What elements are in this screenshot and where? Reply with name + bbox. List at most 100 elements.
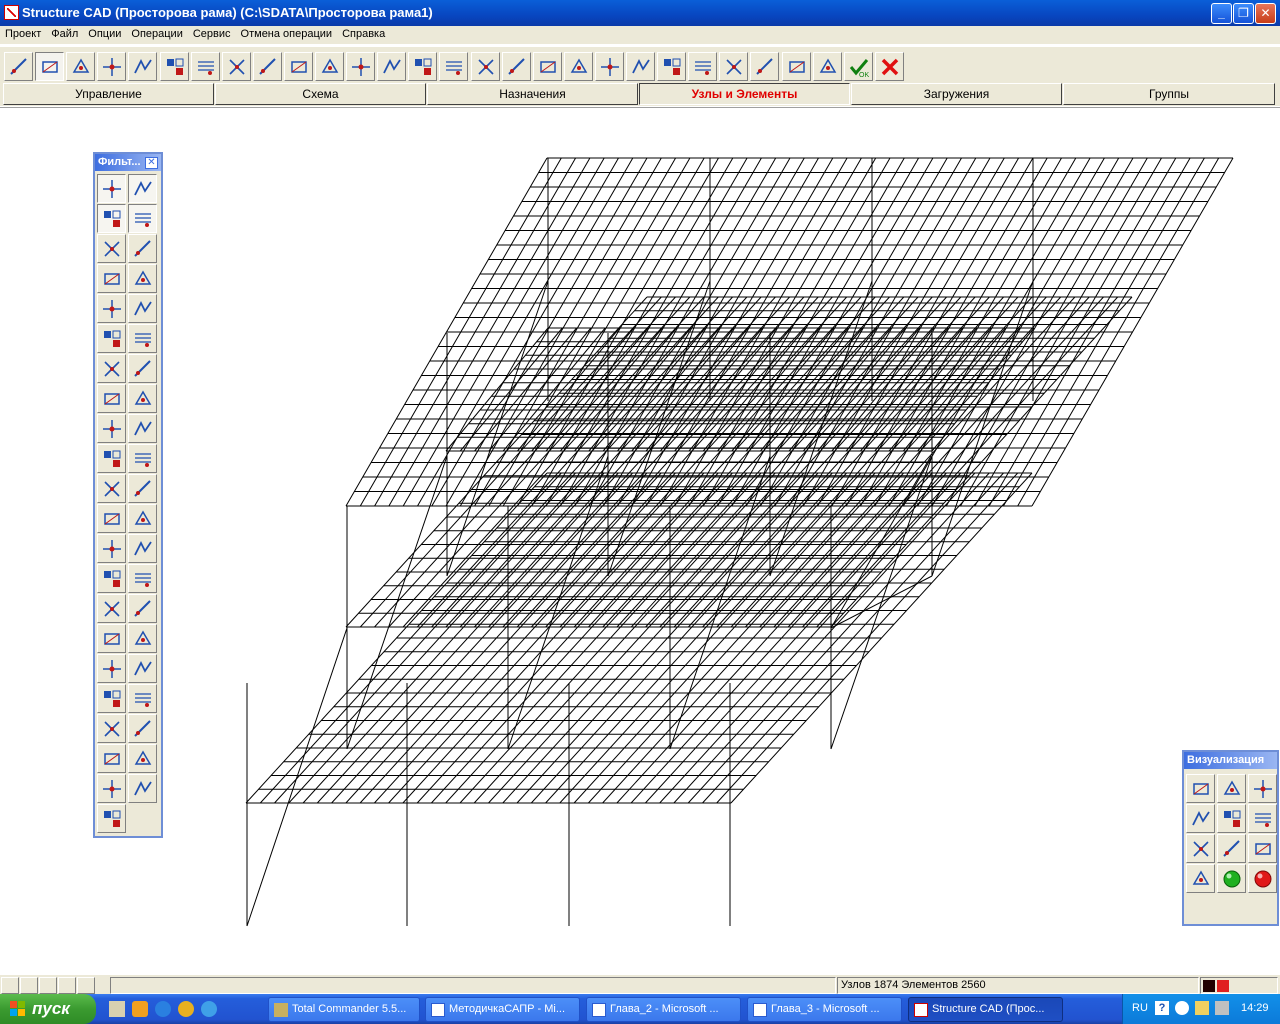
- browser-icon[interactable]: [201, 1001, 217, 1017]
- filter-button-31[interactable]: [97, 624, 126, 653]
- drawing-canvas[interactable]: [0, 107, 1280, 973]
- add-node-button[interactable]: [97, 52, 127, 81]
- filter-button-13[interactable]: [97, 354, 126, 383]
- filter-button-30[interactable]: [128, 594, 157, 623]
- filter-button-2[interactable]: [128, 174, 157, 203]
- ie-icon[interactable]: [155, 1001, 171, 1017]
- task-word-glava3[interactable]: Глава_3 - Microsoft ...: [747, 997, 902, 1022]
- edit-button[interactable]: [688, 52, 718, 81]
- filter-button-8[interactable]: [128, 264, 157, 293]
- delete-node-button[interactable]: [719, 52, 749, 81]
- filter-button-14[interactable]: [128, 354, 157, 383]
- filter-button-41[interactable]: [97, 774, 126, 803]
- view-zoom-button[interactable]: [20, 977, 38, 994]
- add-contour-button[interactable]: [221, 52, 251, 81]
- speaker-icon[interactable]: [1215, 1001, 1229, 1015]
- show-desktop-icon[interactable]: [109, 1001, 125, 1017]
- tab-scheme[interactable]: Схема: [215, 83, 426, 105]
- section-button[interactable]: [35, 52, 65, 81]
- filter-button-15[interactable]: [97, 384, 126, 413]
- start-button[interactable]: пуск: [0, 994, 96, 1024]
- spring-button[interactable]: [66, 52, 96, 81]
- filter-button-6[interactable]: [128, 234, 157, 263]
- filter-button-38[interactable]: [128, 714, 157, 743]
- add-plate-button[interactable]: [159, 52, 189, 81]
- filter-button-33[interactable]: [97, 654, 126, 683]
- print-button[interactable]: [1186, 864, 1215, 893]
- bar-split-button[interactable]: [315, 52, 344, 81]
- minimize-button[interactable]: _: [1211, 3, 1232, 24]
- delete-element-button[interactable]: [750, 52, 780, 81]
- view-pan-button[interactable]: [58, 977, 76, 994]
- tab-nodes-elements[interactable]: Узлы и Элементы: [639, 83, 850, 105]
- polyline-button[interactable]: [781, 52, 811, 81]
- view-axes-button[interactable]: [77, 977, 95, 994]
- green-light-button[interactable]: [1217, 864, 1246, 893]
- media-player-icon[interactable]: [178, 1001, 194, 1017]
- route-button[interactable]: [501, 52, 531, 81]
- expand-tray-icon[interactable]: [1175, 1001, 1189, 1015]
- winamp-icon[interactable]: [132, 1001, 148, 1017]
- tab-loads[interactable]: Загружения: [851, 83, 1062, 105]
- layout-button[interactable]: [1248, 834, 1277, 863]
- filter-close-button[interactable]: ✕: [145, 157, 158, 169]
- tab-management[interactable]: Управление: [3, 83, 214, 105]
- filter-button-42[interactable]: [128, 774, 157, 803]
- filter-button-1[interactable]: [97, 174, 126, 203]
- task-word-glava2[interactable]: Глава_2 - Microsoft ...: [586, 997, 741, 1022]
- view-fit-button[interactable]: [1, 977, 19, 994]
- filter-button-17[interactable]: [97, 414, 126, 443]
- assemble-button[interactable]: [532, 52, 562, 81]
- menu-service[interactable]: Сервис: [188, 26, 236, 44]
- cross-bars-button[interactable]: [346, 52, 376, 81]
- filter-button-5[interactable]: [97, 234, 126, 263]
- cube-front-button[interactable]: [1186, 804, 1215, 833]
- rotate-view-button[interactable]: [1186, 774, 1215, 803]
- filter-button-4[interactable]: [128, 204, 157, 233]
- cube-fill-button[interactable]: [1186, 834, 1215, 863]
- task-total-commander[interactable]: Total Commander 5.5...: [268, 997, 420, 1022]
- filter-button-9[interactable]: [97, 294, 126, 323]
- language-indicator[interactable]: RU: [1132, 1002, 1148, 1014]
- layer-button[interactable]: [657, 52, 687, 81]
- rotate-y-button[interactable]: [1248, 774, 1277, 803]
- filter-button-7[interactable]: [97, 264, 126, 293]
- cancel-button[interactable]: [874, 52, 904, 81]
- filter-button-22[interactable]: [128, 474, 157, 503]
- pack-button[interactable]: [563, 52, 593, 81]
- filter-button-25[interactable]: [97, 534, 126, 563]
- filter-button-36[interactable]: [128, 684, 157, 713]
- filter-button-19[interactable]: [97, 444, 126, 473]
- tab-assignments[interactable]: Назначения: [427, 83, 638, 105]
- menu-undo[interactable]: Отмена операции: [236, 26, 338, 44]
- task-word-metodichka[interactable]: МетодичкаСАПР - Mi...: [425, 997, 580, 1022]
- menu-options[interactable]: Опции: [83, 26, 126, 44]
- contour-button[interactable]: [594, 52, 624, 81]
- filter-button-37[interactable]: [97, 714, 126, 743]
- menu-help[interactable]: Справка: [337, 26, 390, 44]
- node-button[interactable]: [4, 52, 33, 81]
- filter-button-10[interactable]: [128, 294, 157, 323]
- select-box-button[interactable]: [626, 52, 655, 81]
- add-bar-button[interactable]: [128, 52, 158, 81]
- filter-button-35[interactable]: [97, 684, 126, 713]
- restore-button[interactable]: ❐: [1233, 3, 1254, 24]
- copy-plane-button[interactable]: [283, 52, 313, 81]
- view-center-button[interactable]: [39, 977, 57, 994]
- copy-button[interactable]: [812, 52, 842, 81]
- empty-plate-button[interactable]: [408, 52, 438, 81]
- filter-button-21[interactable]: [97, 474, 126, 503]
- triangle-button[interactable]: [439, 52, 469, 81]
- filter-button-26[interactable]: [128, 534, 157, 563]
- menu-operations[interactable]: Операции: [126, 26, 187, 44]
- cube-section-button[interactable]: [1248, 804, 1277, 833]
- filter-button-24[interactable]: [128, 504, 157, 533]
- ok-button[interactable]: OK: [843, 52, 873, 81]
- mesh-button[interactable]: [377, 52, 407, 81]
- red-light-button[interactable]: [1248, 864, 1277, 893]
- filter-button-29[interactable]: [97, 594, 126, 623]
- filter-button-12[interactable]: [128, 324, 157, 353]
- rotate-x-button[interactable]: [1217, 774, 1246, 803]
- filter-button-16[interactable]: [128, 384, 157, 413]
- task-structure-cad[interactable]: Structure CAD (Прос...: [908, 997, 1063, 1022]
